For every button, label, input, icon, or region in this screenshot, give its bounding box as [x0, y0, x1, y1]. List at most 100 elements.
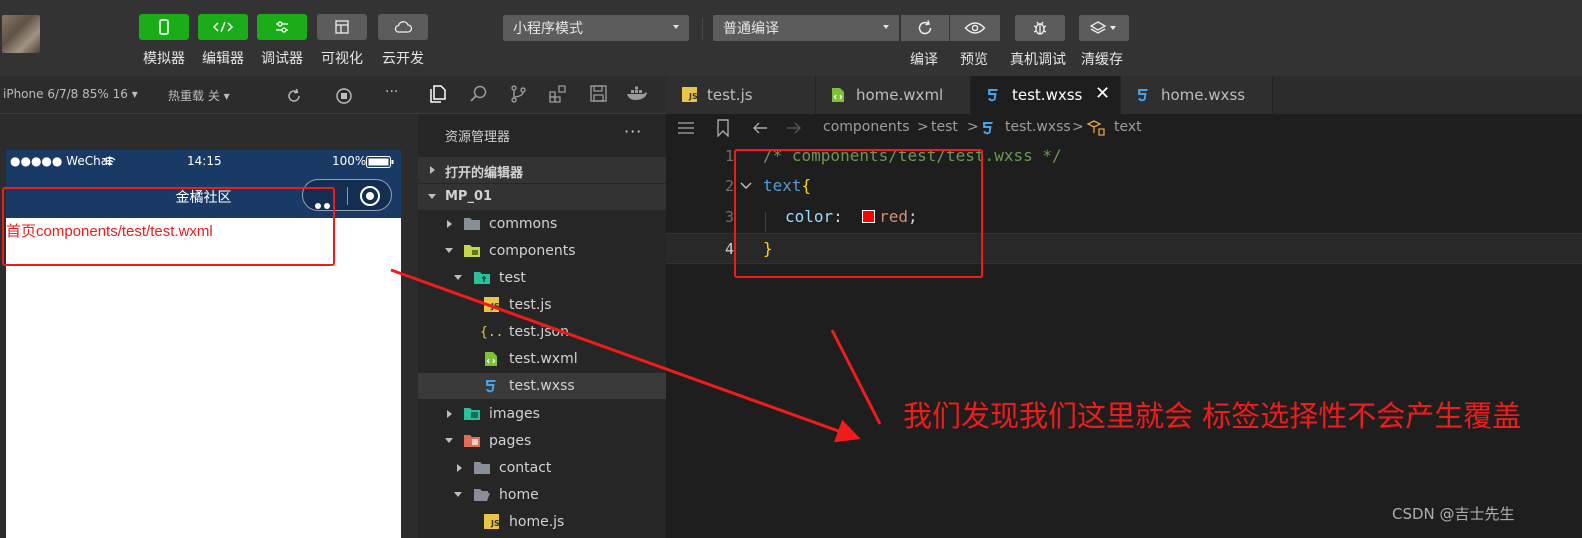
simulator-tool[interactable]: 模拟器 — [138, 14, 190, 68]
tree-row-test-js[interactable]: JS test.js — [418, 292, 666, 318]
save-icon[interactable] — [589, 84, 609, 104]
device-select[interactable]: iPhone 6/7/8 85% 16 ▾ — [3, 87, 138, 101]
tab-test-js[interactable]: JS test.js — [666, 76, 816, 114]
top-toolbar: 模拟器 编辑器 调试器 可视化 云开发 小程序模式 普通编译 编译 预览 真机调… — [0, 0, 1582, 76]
layout-icon[interactable] — [317, 14, 367, 40]
tab-home-wxml[interactable]: home.wxml — [816, 76, 971, 114]
layers-icon — [1089, 21, 1116, 34]
simulator-toolbar: iPhone 6/7/8 85% 16 ▾ 热重载 关 ▾ ··· — [0, 76, 418, 114]
cloud-icon[interactable] — [378, 14, 428, 40]
more-options-button[interactable]: ··· — [385, 84, 398, 100]
phone-icon[interactable] — [139, 14, 189, 40]
tab-test-wxss[interactable]: test.wxss ✕ — [971, 76, 1121, 114]
breadcrumb-test[interactable]: test — [931, 119, 958, 135]
visual-tool[interactable]: 可视化 — [316, 14, 368, 68]
tree-row-images[interactable]: images — [418, 401, 666, 427]
tree-row-label: test.wxss — [509, 378, 575, 394]
tree-row-commons[interactable]: commons — [418, 211, 666, 237]
chevron-down-icon — [883, 25, 889, 29]
folder-icon — [474, 462, 490, 474]
avatar[interactable] — [2, 15, 40, 53]
tree-row-test-wxml[interactable]: test.wxml — [418, 346, 666, 372]
back-arrow-icon[interactable] — [751, 120, 769, 136]
mode-select-value: 小程序模式 — [513, 21, 583, 37]
line-number: 2 — [724, 177, 734, 195]
carrier-text: ●●●●● WeChat — [10, 154, 113, 168]
real-debug-button[interactable] — [1015, 15, 1065, 41]
forward-arrow-icon[interactable] — [785, 120, 803, 136]
tree-row-home-js[interactable]: JS home.js — [418, 509, 666, 535]
files-icon[interactable] — [428, 84, 448, 104]
debugger-label: 调试器 — [261, 51, 303, 67]
tree-row-project[interactable]: MP_01 — [418, 184, 666, 210]
chevron-right-icon — [457, 464, 462, 472]
tree-row-pages[interactable]: pages — [418, 428, 666, 454]
capsule-divider — [347, 187, 348, 205]
js-file-icon: JS — [682, 87, 697, 102]
tree-row-test-wxss[interactable]: test.wxss — [418, 373, 666, 399]
tree-row-label: MP_01 — [445, 189, 493, 204]
search-icon[interactable] — [469, 84, 489, 104]
editor-tool[interactable]: 编辑器 — [197, 14, 249, 68]
sliders-icon[interactable] — [257, 14, 307, 40]
breadcrumb-components[interactable]: components — [823, 119, 910, 135]
chevron-right-icon — [447, 410, 452, 418]
breadcrumb-separator: > — [917, 119, 929, 135]
rotate-icon[interactable] — [285, 87, 303, 105]
explorer-title: 资源管理器 — [445, 130, 511, 145]
docker-icon[interactable] — [626, 86, 648, 102]
extensions-icon[interactable] — [548, 84, 568, 104]
tree-row-test-folder[interactable]: test — [418, 265, 666, 291]
hot-reload-select[interactable]: 热重载 关 ▾ — [168, 87, 230, 104]
chevron-right-icon — [447, 220, 452, 228]
images-folder-icon — [464, 408, 480, 420]
symbol-class-icon — [1086, 120, 1105, 136]
editor-label: 编辑器 — [202, 51, 244, 67]
breadcrumb-separator: > — [967, 119, 979, 135]
tree-row-label: test — [499, 270, 526, 286]
tab-label: home.wxml — [856, 86, 944, 104]
compile-select[interactable]: 普通编译 — [713, 15, 899, 41]
tree-row-label: test.js — [509, 297, 552, 313]
annotation-box-page — [2, 187, 335, 266]
code-icon[interactable] — [198, 14, 248, 40]
tree-row-label: test.json — [509, 324, 569, 340]
list-icon[interactable] — [677, 120, 695, 136]
wxml-file-icon — [485, 352, 497, 366]
tree-row-label: 打开的编辑器 — [445, 166, 524, 181]
tree-row-contact[interactable]: contact — [418, 455, 666, 481]
hot-reload-value: 热重载 关 — [168, 89, 220, 103]
tab-home-wxss[interactable]: home.wxss — [1121, 76, 1273, 114]
breadcrumb-file[interactable]: test.wxss — [1005, 119, 1071, 135]
compile-button[interactable] — [901, 15, 949, 41]
close-icon[interactable]: ✕ — [1095, 83, 1110, 104]
tree-row-test-json[interactable]: {..} test.json — [418, 319, 666, 345]
tree-row-label: test.wxml — [509, 351, 578, 367]
wxss-file-icon — [486, 380, 496, 393]
line-number: 4 — [724, 240, 734, 258]
cloud-tool[interactable]: 云开发 — [377, 14, 429, 68]
mode-select[interactable]: 小程序模式 — [503, 15, 689, 41]
source-control-icon[interactable] — [509, 84, 529, 104]
tree-row-label: home — [499, 487, 539, 503]
tree-row-components[interactable]: components — [418, 238, 666, 264]
device-select-value: iPhone 6/7/8 85% 16 — [3, 87, 128, 101]
tree-row-home[interactable]: home — [418, 482, 666, 508]
breadcrumb-symbol[interactable]: text — [1114, 119, 1142, 135]
annotation-text: 我们发现我们这里就会 标签选择性不会产生覆盖 — [903, 399, 1522, 433]
components-folder-icon — [464, 245, 480, 257]
tree-row-label: commons — [489, 216, 558, 232]
close-circle-icon[interactable] — [360, 186, 380, 206]
wxss-file-icon — [983, 122, 993, 135]
preview-button[interactable] — [950, 15, 1000, 41]
tree-row-label: contact — [499, 460, 552, 476]
stop-icon[interactable] — [335, 87, 353, 105]
debugger-tool[interactable]: 调试器 — [256, 14, 308, 68]
js-file-icon: JS — [484, 514, 499, 529]
wifi-icon — [103, 156, 116, 166]
tree-row-open-editors[interactable]: 打开的编辑器 — [418, 157, 666, 183]
preview-label: 预览 — [960, 52, 988, 68]
explorer-more-button[interactable]: ··· — [624, 122, 642, 141]
bookmark-icon[interactable] — [716, 119, 730, 137]
clear-cache-button[interactable] — [1079, 15, 1129, 41]
